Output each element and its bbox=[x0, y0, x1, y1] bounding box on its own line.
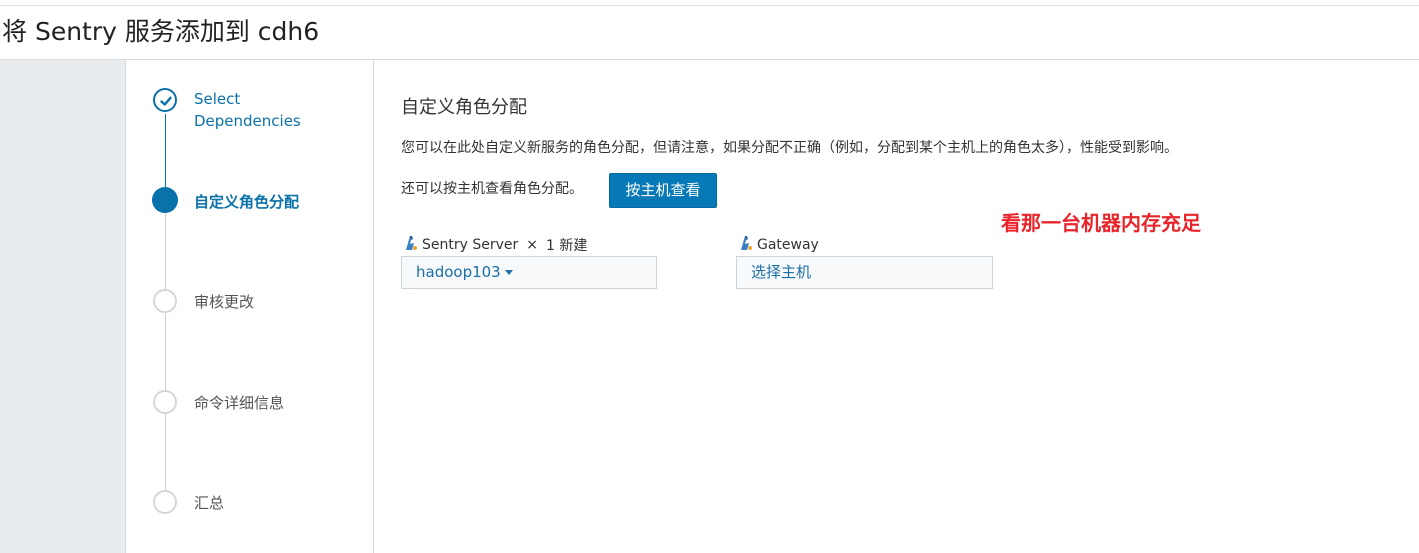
check-icon bbox=[160, 96, 172, 106]
selected-host: hadoop103 bbox=[416, 263, 501, 281]
step-review-changes-indicator bbox=[153, 289, 177, 313]
step-summary: 汇总 bbox=[194, 494, 225, 512]
step-customize-roles-indicator bbox=[152, 187, 178, 213]
role-gateway-label: Gateway bbox=[737, 234, 819, 255]
step-customize-roles[interactable]: 自定义角色分配 bbox=[194, 191, 299, 212]
step-select-dependencies[interactable]: Select Dependencies bbox=[194, 88, 301, 132]
role-sentry-server-label: Sentry Server × 1 新建 bbox=[402, 234, 587, 255]
step-label-line2: Dependencies bbox=[194, 112, 301, 130]
select-hosts-placeholder: 选择主机 bbox=[751, 263, 812, 281]
section-title: 自定义角色分配 bbox=[401, 97, 527, 118]
host-view-hint: 还可以按主机查看角色分配。 bbox=[401, 181, 583, 197]
role-count: 1 新建 bbox=[546, 237, 588, 254]
role-name: Sentry Server bbox=[422, 236, 519, 253]
step-connector bbox=[165, 212, 166, 490]
caret-down-icon bbox=[504, 270, 513, 275]
page-title: 将 Sentry 服务添加到 cdh6 bbox=[2, 17, 320, 46]
sentry-server-host-select[interactable]: hadoop103 bbox=[401, 256, 657, 289]
view-by-host-button[interactable]: 按主机查看 bbox=[609, 173, 717, 208]
step-label-line1: Select bbox=[194, 90, 241, 108]
top-divider bbox=[0, 5, 1419, 6]
role-count-separator: × bbox=[526, 236, 538, 253]
role-icon bbox=[402, 234, 418, 255]
step-review-changes: 审核更改 bbox=[194, 293, 255, 311]
gateway-host-select[interactable]: 选择主机 bbox=[736, 256, 993, 289]
step-select-dependencies-indicator bbox=[153, 88, 177, 112]
role-name: Gateway bbox=[757, 236, 819, 253]
role-icon bbox=[737, 234, 753, 255]
left-gutter bbox=[0, 60, 126, 553]
annotation-note: 看那一台机器内存充足 bbox=[1001, 211, 1201, 235]
step-command-details-indicator bbox=[153, 390, 177, 414]
step-summary-indicator bbox=[153, 490, 177, 514]
step-connector-done bbox=[165, 114, 166, 188]
step-command-details: 命令详细信息 bbox=[194, 394, 285, 412]
role-assignment-description: 您可以在此处自定义新服务的角色分配，但请注意，如果分配不正确（例如，分配到某个主… bbox=[401, 140, 1178, 156]
